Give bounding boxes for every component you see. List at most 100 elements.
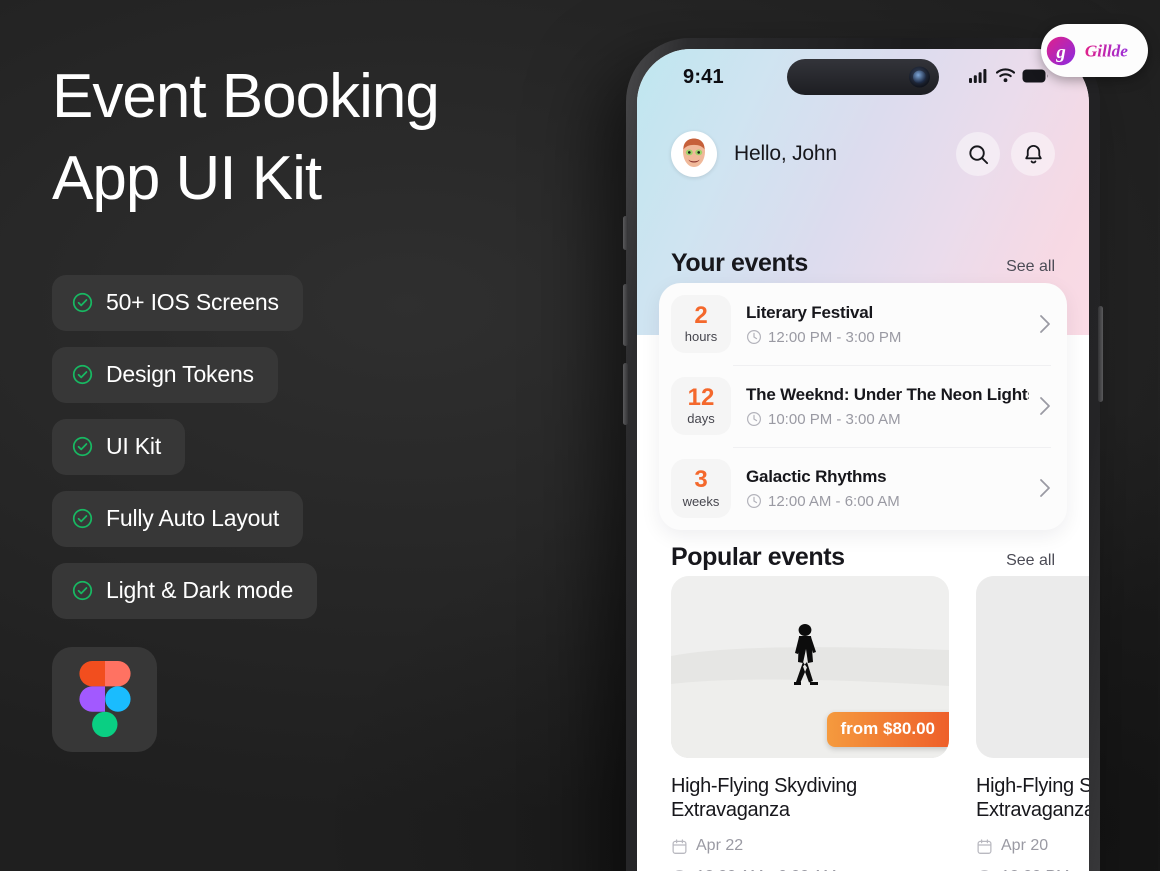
figma-tile — [52, 646, 157, 752]
feature-badge-auto-layout: Fully Auto Layout — [52, 490, 304, 547]
gillde-wordmark: Gillde — [1084, 41, 1127, 60]
portrait-photo-image — [976, 576, 1089, 758]
event-time: 12:00 PM - 3:00 PM — [768, 328, 902, 346]
clock-icon — [747, 330, 761, 345]
search-button[interactable] — [956, 132, 1000, 176]
dynamic-island — [787, 59, 939, 95]
status-bar-time: 9:41 — [683, 66, 724, 88]
your-events-section-header: Your events See all — [637, 249, 1089, 278]
popular-event-title: High-Flying Skydiving Extravaganza — [671, 775, 857, 821]
status-bar: 9:41 — [637, 49, 1089, 109]
event-name: Galactic Rhythms — [746, 466, 887, 486]
event-countdown-unit: weeks — [682, 493, 720, 509]
svg-text:Gillde: Gillde — [1084, 41, 1127, 60]
event-time-row: 12:00 AM - 6:00 AM — [746, 493, 1029, 510]
section-title: Your events — [671, 249, 808, 277]
gillde-brand-logo[interactable]: g Gillde — [1041, 24, 1148, 77]
clock-icon — [747, 494, 761, 509]
popular-event-date: Apr 22 — [696, 837, 744, 854]
volume-down-button[interactable] — [623, 363, 628, 425]
phone-screen: 9:41 Hello, John Your events See all 2 h… — [637, 49, 1089, 871]
page-title: Event Booking App UI Kit — [52, 62, 440, 214]
iphone-mockup: 9:41 Hello, John Your events See all 2 h… — [623, 38, 1103, 871]
skydiver-silhouette-image: from $80.00 — [671, 576, 949, 758]
section-title: Popular events — [671, 543, 845, 571]
figma-logo-icon — [78, 661, 131, 738]
feature-badge-label: Fully Auto Layout — [106, 504, 280, 531]
power-button[interactable] — [1098, 306, 1103, 402]
gillde-g-icon: g — [1046, 36, 1075, 65]
feature-badge-list: 50+ IOS Screens Design Tokens UI Kit Ful… — [52, 274, 612, 619]
event-details: Literary Festival 12:00 PM - 3:00 PM — [746, 303, 1029, 346]
calendar-icon — [977, 838, 992, 854]
check-circle-icon — [72, 364, 93, 385]
event-photo — [976, 576, 1089, 758]
event-details: Galactic Rhythms 12:00 AM - 6:00 AM — [746, 467, 1029, 510]
clock-icon — [747, 412, 761, 427]
event-countdown-number: 12 — [687, 384, 715, 412]
battery-full-icon — [1022, 69, 1048, 82]
feature-badge-ui-kit: UI Kit — [52, 418, 186, 475]
event-time: 10:00 PM - 3:00 AM — [768, 410, 901, 428]
front-camera-icon — [909, 66, 930, 88]
volume-up-button[interactable] — [623, 284, 628, 346]
event-countdown-unit: days — [687, 411, 715, 427]
see-all-link-popular-events[interactable]: See all — [1006, 552, 1055, 570]
svg-text:g: g — [1055, 41, 1065, 62]
header-actions — [956, 132, 1055, 176]
check-circle-icon — [72, 292, 93, 313]
feature-badge-design-tokens: Design Tokens — [52, 346, 278, 403]
popular-event-card[interactable]: from $80.00 High-Flying Skydiving Extrav… — [671, 576, 949, 871]
cellular-signal-icon — [969, 69, 987, 83]
price-badge: from $80.00 — [826, 712, 949, 747]
popular-events-list: from $80.00 High-Flying Skydiving Extrav… — [671, 576, 1089, 871]
event-row[interactable]: 3 weeks Galactic Rhythms 12:00 AM - 6:00… — [659, 447, 1067, 529]
status-bar-indicators — [969, 68, 1049, 83]
user-avatar-icon — [683, 138, 705, 167]
event-name: The Weeknd: Under The Neon Lights — [746, 384, 1029, 404]
popular-event-title: High-Flying Skydiving Extravaganza — [976, 775, 1089, 821]
event-countdown-badge: 12 days — [671, 377, 731, 436]
event-countdown-badge: 3 weeks — [671, 459, 731, 518]
greeting-text: Hello, John — [734, 142, 837, 165]
feature-badge-label: Design Tokens — [106, 360, 254, 387]
feature-badge-label: UI Kit — [106, 432, 162, 459]
event-countdown-unit: hours — [684, 329, 718, 345]
notifications-button[interactable] — [1011, 132, 1055, 176]
popular-event-date-row: Apr 22 — [671, 837, 949, 855]
event-details: The Weeknd: Under The Neon Lights 10:00 … — [746, 385, 1029, 428]
event-row[interactable]: 2 hours Literary Festival 12:00 PM - 3:0… — [659, 283, 1067, 365]
popular-event-date: Apr 20 — [1001, 837, 1049, 854]
search-icon — [968, 144, 988, 164]
chevron-right-icon — [1040, 397, 1050, 416]
your-events-card: 2 hours Literary Festival 12:00 PM - 3:0… — [659, 283, 1067, 530]
chevron-right-icon — [1040, 479, 1050, 498]
hero-panel: Event Booking App UI Kit 50+ IOS Screens… — [52, 56, 612, 752]
event-row[interactable]: 12 days The Weeknd: Under The Neon Light… — [659, 365, 1067, 447]
popular-event-date-row: Apr 20 — [976, 837, 1089, 855]
popular-event-card[interactable]: High-Flying Skydiving Extravaganza Apr 2… — [976, 576, 1089, 871]
feature-badge-ios-screens: 50+ IOS Screens — [52, 274, 303, 331]
mute-switch-button[interactable] — [623, 216, 628, 250]
see-all-link-your-events[interactable]: See all — [1006, 258, 1055, 276]
popular-events-section-header: Popular events See all — [637, 543, 1089, 572]
chevron-right-icon — [1040, 315, 1050, 333]
event-countdown-number: 3 — [694, 466, 708, 494]
event-time-row: 10:00 PM - 3:00 AM — [746, 411, 1029, 428]
check-circle-icon — [72, 580, 93, 601]
event-time: 12:00 AM - 6:00 AM — [768, 492, 900, 510]
feature-badge-label: Light & Dark mode — [106, 576, 294, 603]
check-circle-icon — [72, 436, 93, 457]
bell-icon — [1024, 144, 1042, 163]
event-countdown-number: 2 — [694, 302, 708, 329]
event-name: Literary Festival — [746, 302, 873, 322]
feature-badge-light-dark-mode: Light & Dark mode — [52, 562, 318, 619]
event-countdown-badge: 2 hours — [671, 295, 731, 354]
avatar[interactable] — [671, 131, 717, 177]
feature-badge-label: 50+ IOS Screens — [106, 288, 279, 315]
wifi-icon — [996, 68, 1015, 83]
calendar-icon — [672, 838, 687, 854]
event-time-row: 12:00 PM - 3:00 PM — [746, 329, 1029, 346]
check-circle-icon — [72, 508, 93, 529]
app-header: Hello, John — [671, 126, 1055, 182]
